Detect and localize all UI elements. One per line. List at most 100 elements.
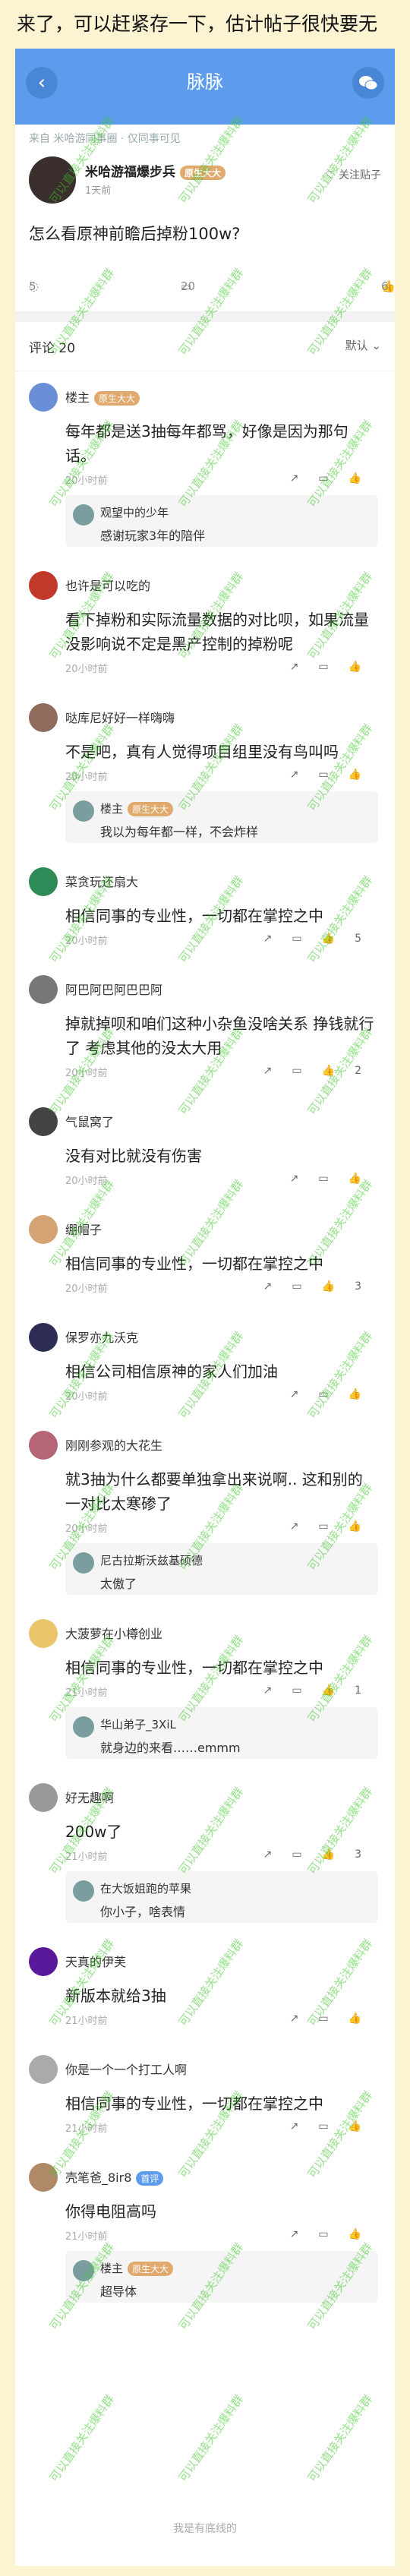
thumbs-up-icon[interactable]: 👍 (348, 2228, 381, 2240)
commenter-name[interactable]: 好无趣啊 (65, 1788, 114, 1806)
comment-icon[interactable]: ▭ (318, 2120, 348, 2132)
replier-avatar[interactable] (73, 2260, 94, 2281)
thumbs-up-icon[interactable]: 👍 (348, 661, 381, 673)
commenter-name[interactable]: 壳笔爸_8ir8 首评 (65, 2167, 164, 2186)
comment-icon[interactable]: ▭ (292, 1848, 321, 1861)
commenter-name[interactable]: 你是一个一个打工人啊 (65, 2060, 187, 2078)
commenter-name[interactable]: 保罗亦九沃克 (65, 1327, 138, 1346)
comment-icon[interactable]: ▭ (292, 933, 321, 945)
replier-avatar[interactable] (73, 1880, 94, 1902)
comment-icon[interactable]: ▭ (292, 1684, 321, 1697)
commenter-name[interactable]: 也许是可以吃的 (65, 576, 150, 594)
reply-item[interactable]: 楼主 原生大大 我以为每年都一样，不会炸样 (65, 791, 378, 843)
comment-icon[interactable]: ▭ (318, 2012, 348, 2025)
sort-dropdown[interactable]: 默认 ⌄ (345, 337, 381, 353)
replier-name[interactable]: 楼主 原生大大 (100, 800, 174, 816)
commenter-avatar[interactable] (29, 867, 58, 896)
share-icon[interactable]: ↗ (263, 1280, 292, 1293)
commenter-name[interactable]: 楼主 原生大大 (65, 387, 140, 406)
share-icon[interactable]: ↗ (263, 1848, 292, 1861)
comment-icon[interactable]: ▭ (318, 2228, 348, 2240)
post-avatar[interactable] (29, 156, 76, 204)
replier-name[interactable]: 在大饭姐跑的苹果 (100, 1880, 191, 1896)
thumbs-up-icon[interactable]: 👍 (348, 2120, 381, 2132)
share-icon[interactable]: ↗ (290, 2012, 319, 2025)
thumbs-up-icon[interactable]: 👍 (348, 472, 381, 485)
replier-name[interactable]: 华山弟子_3XiL (100, 1716, 176, 1732)
replier-name[interactable]: 楼主 原生大大 (100, 2260, 174, 2276)
comment-icon[interactable]: ▭ (318, 769, 348, 781)
commenter-name[interactable]: 阿巴阿巴阿巴巴阿 (65, 980, 162, 998)
replier-avatar[interactable] (73, 504, 94, 526)
commenter-avatar[interactable] (29, 1323, 58, 1352)
commenter-avatar[interactable] (29, 1215, 58, 1244)
commenter-name[interactable]: 气鼠窝了 (65, 1112, 114, 1130)
share-icon[interactable]: ↗ (290, 1520, 319, 1533)
wechat-share-button[interactable] (352, 67, 384, 99)
thumbs-up-icon[interactable]: 👍 (322, 1848, 355, 1861)
comment-item: 气鼠窝了 没有对比就没有伤害 20小时前 ↗▭👍 (15, 1095, 395, 1203)
share-icon[interactable]: ↗ (290, 1173, 319, 1185)
replier-avatar[interactable] (73, 1552, 94, 1574)
reply-item[interactable]: 尼古拉斯沃兹基硕德 太傲了 (65, 1543, 378, 1595)
commenter-avatar[interactable] (29, 975, 58, 1004)
comment-text: 相信同事的专业性，一切都在掌控之中 (65, 2095, 323, 2113)
comment-meta-row: 20小时前 ↗▭👍 (65, 661, 381, 679)
thumbs-up-icon[interactable]: 👍 (348, 1173, 381, 1185)
comment-icon[interactable]: ▭ (318, 1173, 348, 1185)
commenter-name[interactable]: 刚刚参观的大花生 (65, 1435, 162, 1454)
share-icon[interactable]: ↗ (263, 1065, 292, 1077)
follow-post-button[interactable]: ♡ 关注贴子 (326, 167, 381, 182)
commenter-avatar[interactable] (29, 1783, 58, 1812)
reply-item[interactable]: 楼主 原生大大 超导体 (65, 2251, 378, 2303)
comment-icon[interactable]: ▭ (318, 472, 348, 485)
reply-item[interactable]: 在大饭姐跑的苹果 你小子，啥表情 (65, 1871, 378, 1923)
comment-icon[interactable]: ▭ (292, 1065, 321, 1077)
commenter-avatar[interactable] (29, 383, 58, 412)
replier-name[interactable]: 观望中的少年 (100, 504, 169, 520)
comment-icon[interactable]: ▭ (318, 1388, 348, 1400)
like-count: 3 (355, 1848, 381, 1861)
commenter-name[interactable]: 天真的伊芙 (65, 1952, 126, 1970)
thumbs-up-icon[interactable]: 👍 (322, 1280, 355, 1293)
reply-item[interactable]: 华山弟子_3XiL 就身边的来看……emmm (65, 1707, 378, 1759)
reply-item[interactable]: 观望中的少年 感谢玩家3年的陪伴 (65, 495, 378, 547)
comment-actions: ↗▭👍 (290, 661, 381, 673)
commenter-avatar[interactable] (29, 1619, 58, 1648)
commenter-avatar[interactable] (29, 1431, 58, 1460)
commenter-avatar[interactable] (29, 571, 58, 600)
thumbs-up-icon[interactable]: 👍 (348, 1520, 381, 1533)
thumbs-up-icon[interactable]: 👍 (322, 1065, 355, 1077)
replier-avatar[interactable] (73, 1716, 94, 1738)
replier-avatar[interactable] (73, 800, 94, 822)
thumbs-up-icon[interactable]: 👍 (348, 1388, 381, 1400)
post-author[interactable]: 米哈游福爆步兵 原生大大 (85, 161, 226, 180)
commenter-avatar[interactable] (29, 2055, 58, 2084)
comment-icon[interactable]: ▭ (292, 1280, 321, 1293)
commenter-name[interactable]: 菜贪玩还扇大 (65, 872, 138, 890)
share-icon[interactable]: ↗ (263, 933, 292, 945)
share-icon[interactable]: ↗ (290, 2120, 319, 2132)
commenter-avatar[interactable] (29, 2163, 58, 2192)
comment-icon[interactable]: ▭ (318, 1520, 348, 1533)
share-icon[interactable]: ↗ (290, 1388, 319, 1400)
commenter-avatar[interactable] (29, 1107, 58, 1136)
share-icon[interactable]: ↗ (290, 661, 319, 673)
share-icon[interactable]: ↗ (290, 2228, 319, 2240)
share-icon[interactable]: ↗ (290, 769, 319, 781)
commenter-name[interactable]: 大菠萝在小樽创业 (65, 1624, 162, 1642)
commenter-name[interactable]: 绷帽子 (65, 1220, 102, 1238)
comment-text: 相信同事的专业性，一切都在掌控之中 (65, 1255, 323, 1273)
commenter-avatar[interactable] (29, 1947, 58, 1976)
thumbs-up-icon[interactable]: 👍 (348, 2012, 381, 2025)
thumbs-up-icon[interactable]: 👍 (348, 769, 381, 781)
thumbs-up-icon[interactable]: 👍 (322, 933, 355, 945)
thumbs-up-icon[interactable]: 👍 (322, 1684, 355, 1697)
share-icon[interactable]: ↗ (263, 1684, 292, 1697)
replier-name[interactable]: 尼古拉斯沃兹基硕德 (100, 1552, 203, 1568)
commenter-avatar[interactable] (29, 703, 58, 732)
comment-icon[interactable]: ▭ (318, 661, 348, 673)
comment-text: 就3抽为什么都要单独拿出来说啊.. 这和别的一对比太寒碜了 (65, 1470, 363, 1513)
share-icon[interactable]: ↗ (290, 472, 319, 485)
commenter-name[interactable]: 哒库尼好好一样嗨嗨 (65, 708, 175, 726)
